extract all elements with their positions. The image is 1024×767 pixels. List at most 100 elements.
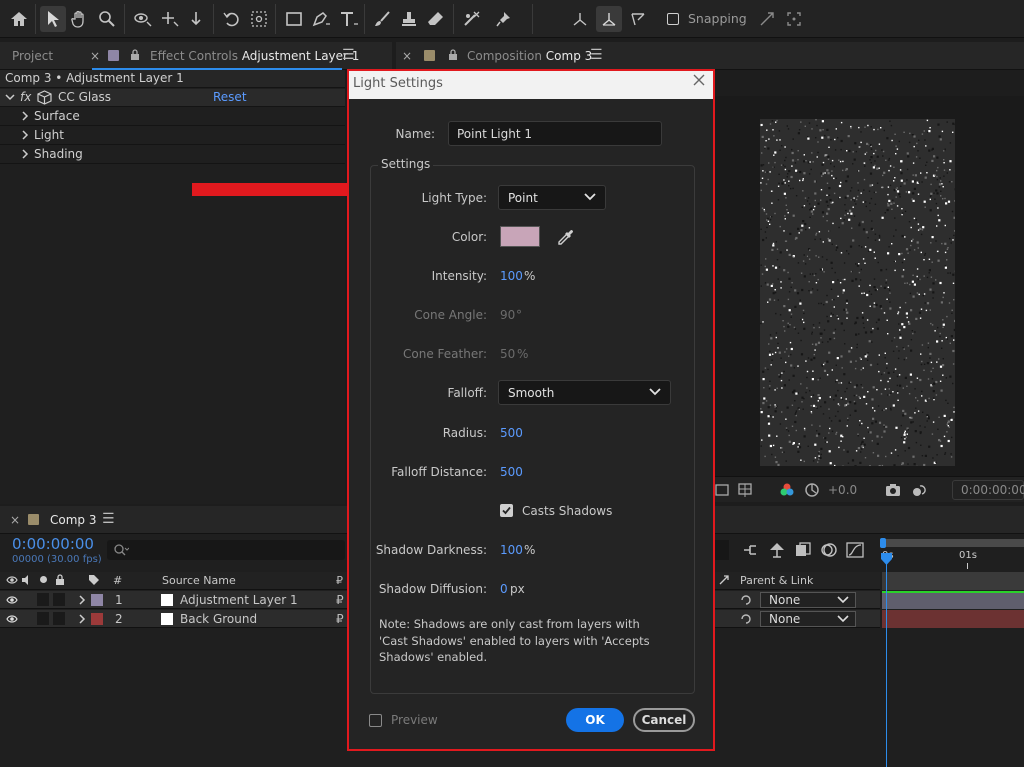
- clone-stamp-tool-icon[interactable]: [396, 6, 422, 32]
- eye-icon[interactable]: [6, 614, 18, 624]
- eyedropper-icon[interactable]: [557, 228, 575, 246]
- ec-group-light[interactable]: Light: [0, 127, 345, 145]
- eye-icon[interactable]: [6, 595, 18, 605]
- solo-toggle[interactable]: [37, 593, 49, 606]
- color-swatch[interactable]: [500, 226, 540, 247]
- world-axis-mode-icon[interactable]: [596, 6, 622, 32]
- parent-select[interactable]: None: [760, 611, 856, 627]
- home-icon[interactable]: [6, 6, 32, 32]
- chevron-down-icon[interactable]: [5, 89, 15, 105]
- radius-value[interactable]: 500: [500, 426, 523, 440]
- eraser-tool-icon[interactable]: [423, 6, 449, 32]
- work-area-bar[interactable]: [880, 539, 1024, 547]
- layer-2-bar[interactable]: [882, 610, 1024, 628]
- ec-effect-row[interactable]: fx CC Glass Reset: [0, 89, 345, 107]
- timeline-search-input[interactable]: [107, 540, 345, 560]
- zoom-tool-icon[interactable]: [94, 6, 120, 32]
- lock-toggle[interactable]: [53, 593, 65, 606]
- dialog-title-bar[interactable]: Light Settings: [349, 71, 713, 99]
- work-area-start-handle[interactable]: [880, 538, 886, 548]
- chevron-right-icon[interactable]: [78, 613, 86, 625]
- rectangle-tool-icon[interactable]: [281, 6, 307, 32]
- layer-1-bar[interactable]: [882, 591, 1024, 609]
- selection-tool-icon[interactable]: [40, 6, 66, 32]
- time-graph[interactable]: 0s 01s: [880, 534, 1024, 767]
- shy-switch-icon[interactable]: ₽: [336, 593, 344, 607]
- ec-group-shading[interactable]: Shading: [0, 146, 345, 164]
- view-axis-mode-icon[interactable]: [625, 6, 651, 32]
- intensity-value[interactable]: 100: [500, 269, 523, 283]
- preview-label[interactable]: Preview: [391, 713, 438, 727]
- current-time-field[interactable]: 0:00:00:00: [952, 480, 1024, 500]
- solo-toggle[interactable]: [37, 612, 49, 625]
- panel-menu-icon[interactable]: ☰: [590, 47, 603, 63]
- panel-menu-icon[interactable]: ☰: [102, 511, 115, 527]
- chevron-right-icon[interactable]: [21, 129, 29, 141]
- layer-name[interactable]: Back Ground: [180, 612, 257, 626]
- casts-shadows-checkbox[interactable]: [500, 504, 513, 517]
- rotate-tool-icon[interactable]: [219, 6, 245, 32]
- puppet-pin-tool-icon[interactable]: [491, 6, 517, 32]
- brush-tool-icon[interactable]: [369, 6, 395, 32]
- tab-composition[interactable]: Composition Comp 3: [467, 49, 592, 63]
- ec-group-surface[interactable]: Surface: [0, 108, 345, 126]
- type-tool-icon[interactable]: [336, 6, 362, 32]
- reset-exposure-icon[interactable]: [804, 482, 820, 498]
- layer-name[interactable]: Adjustment Layer 1: [180, 593, 298, 607]
- roto-brush-tool-icon[interactable]: [459, 6, 485, 32]
- timeline-timecode[interactable]: 0:00:00:00: [12, 535, 94, 553]
- reset-link[interactable]: Reset: [213, 90, 247, 104]
- snap-extend-icon[interactable]: [754, 6, 780, 32]
- playhead-icon[interactable]: [880, 552, 893, 566]
- frame-blending-icon[interactable]: [794, 542, 812, 558]
- ok-button[interactable]: OK: [566, 708, 624, 732]
- close-icon[interactable]: ×: [10, 513, 20, 527]
- motion-blur-icon[interactable]: [820, 542, 838, 558]
- falloff-dropdown[interactable]: Smooth: [498, 380, 671, 405]
- name-input[interactable]: Point Light 1: [448, 121, 662, 146]
- shadow-diffusion-value[interactable]: 0: [500, 582, 508, 596]
- close-icon[interactable]: ×: [90, 49, 100, 63]
- lock-toggle[interactable]: [53, 612, 65, 625]
- chevron-right-icon[interactable]: [21, 148, 29, 160]
- local-axis-mode-icon[interactable]: [567, 6, 593, 32]
- tab-effect-controls[interactable]: Effect Controls Adjustment Layer 1: [150, 49, 359, 63]
- snapping-checkbox[interactable]: [667, 13, 679, 25]
- parent-select[interactable]: None: [760, 592, 856, 608]
- region-of-interest-icon[interactable]: [715, 483, 729, 497]
- grid-guides-icon[interactable]: [737, 482, 753, 498]
- pen-tool-icon[interactable]: [308, 6, 334, 32]
- parent-pick-whip-icon[interactable]: [740, 613, 752, 625]
- graph-editor-icon[interactable]: [846, 542, 864, 558]
- shy-switch-icon[interactable]: ₽: [336, 612, 344, 626]
- panel-menu-icon[interactable]: ☰: [342, 47, 355, 63]
- shadow-darkness-value[interactable]: 100: [500, 543, 523, 557]
- orbit-camera-icon[interactable]: [130, 6, 156, 32]
- snap-grid-icon[interactable]: [781, 6, 807, 32]
- draft-3d-icon[interactable]: [768, 542, 786, 558]
- fx-icon[interactable]: fx: [20, 90, 31, 104]
- exposure-value[interactable]: +0.0: [828, 483, 857, 497]
- lock-icon[interactable]: [448, 49, 458, 61]
- chevron-right-icon[interactable]: [78, 594, 86, 606]
- layer-label-color[interactable]: [91, 594, 103, 606]
- close-icon[interactable]: [693, 74, 705, 86]
- composition-mini-flowchart-icon[interactable]: [742, 542, 760, 558]
- chevron-right-icon[interactable]: [21, 110, 29, 122]
- anchor-point-tool-icon[interactable]: [246, 6, 272, 32]
- light-type-dropdown[interactable]: Point: [498, 185, 606, 210]
- channels-icon[interactable]: [779, 482, 795, 498]
- pan-camera-icon[interactable]: [157, 6, 183, 32]
- falloff-distance-value[interactable]: 500: [500, 465, 523, 479]
- parent-pick-whip-icon[interactable]: [740, 594, 752, 606]
- close-icon[interactable]: ×: [402, 49, 412, 63]
- hand-tool-icon[interactable]: [67, 6, 93, 32]
- dolly-camera-icon[interactable]: [184, 6, 210, 32]
- camera-snapshot-icon[interactable]: [885, 482, 901, 498]
- lock-icon[interactable]: [130, 49, 140, 61]
- tab-project[interactable]: Project: [12, 49, 53, 63]
- tab-timeline-comp[interactable]: Comp 3: [50, 513, 96, 527]
- cancel-button[interactable]: Cancel: [633, 708, 695, 732]
- layer-label-color[interactable]: [91, 613, 103, 625]
- casts-shadows-label[interactable]: Casts Shadows: [522, 504, 612, 518]
